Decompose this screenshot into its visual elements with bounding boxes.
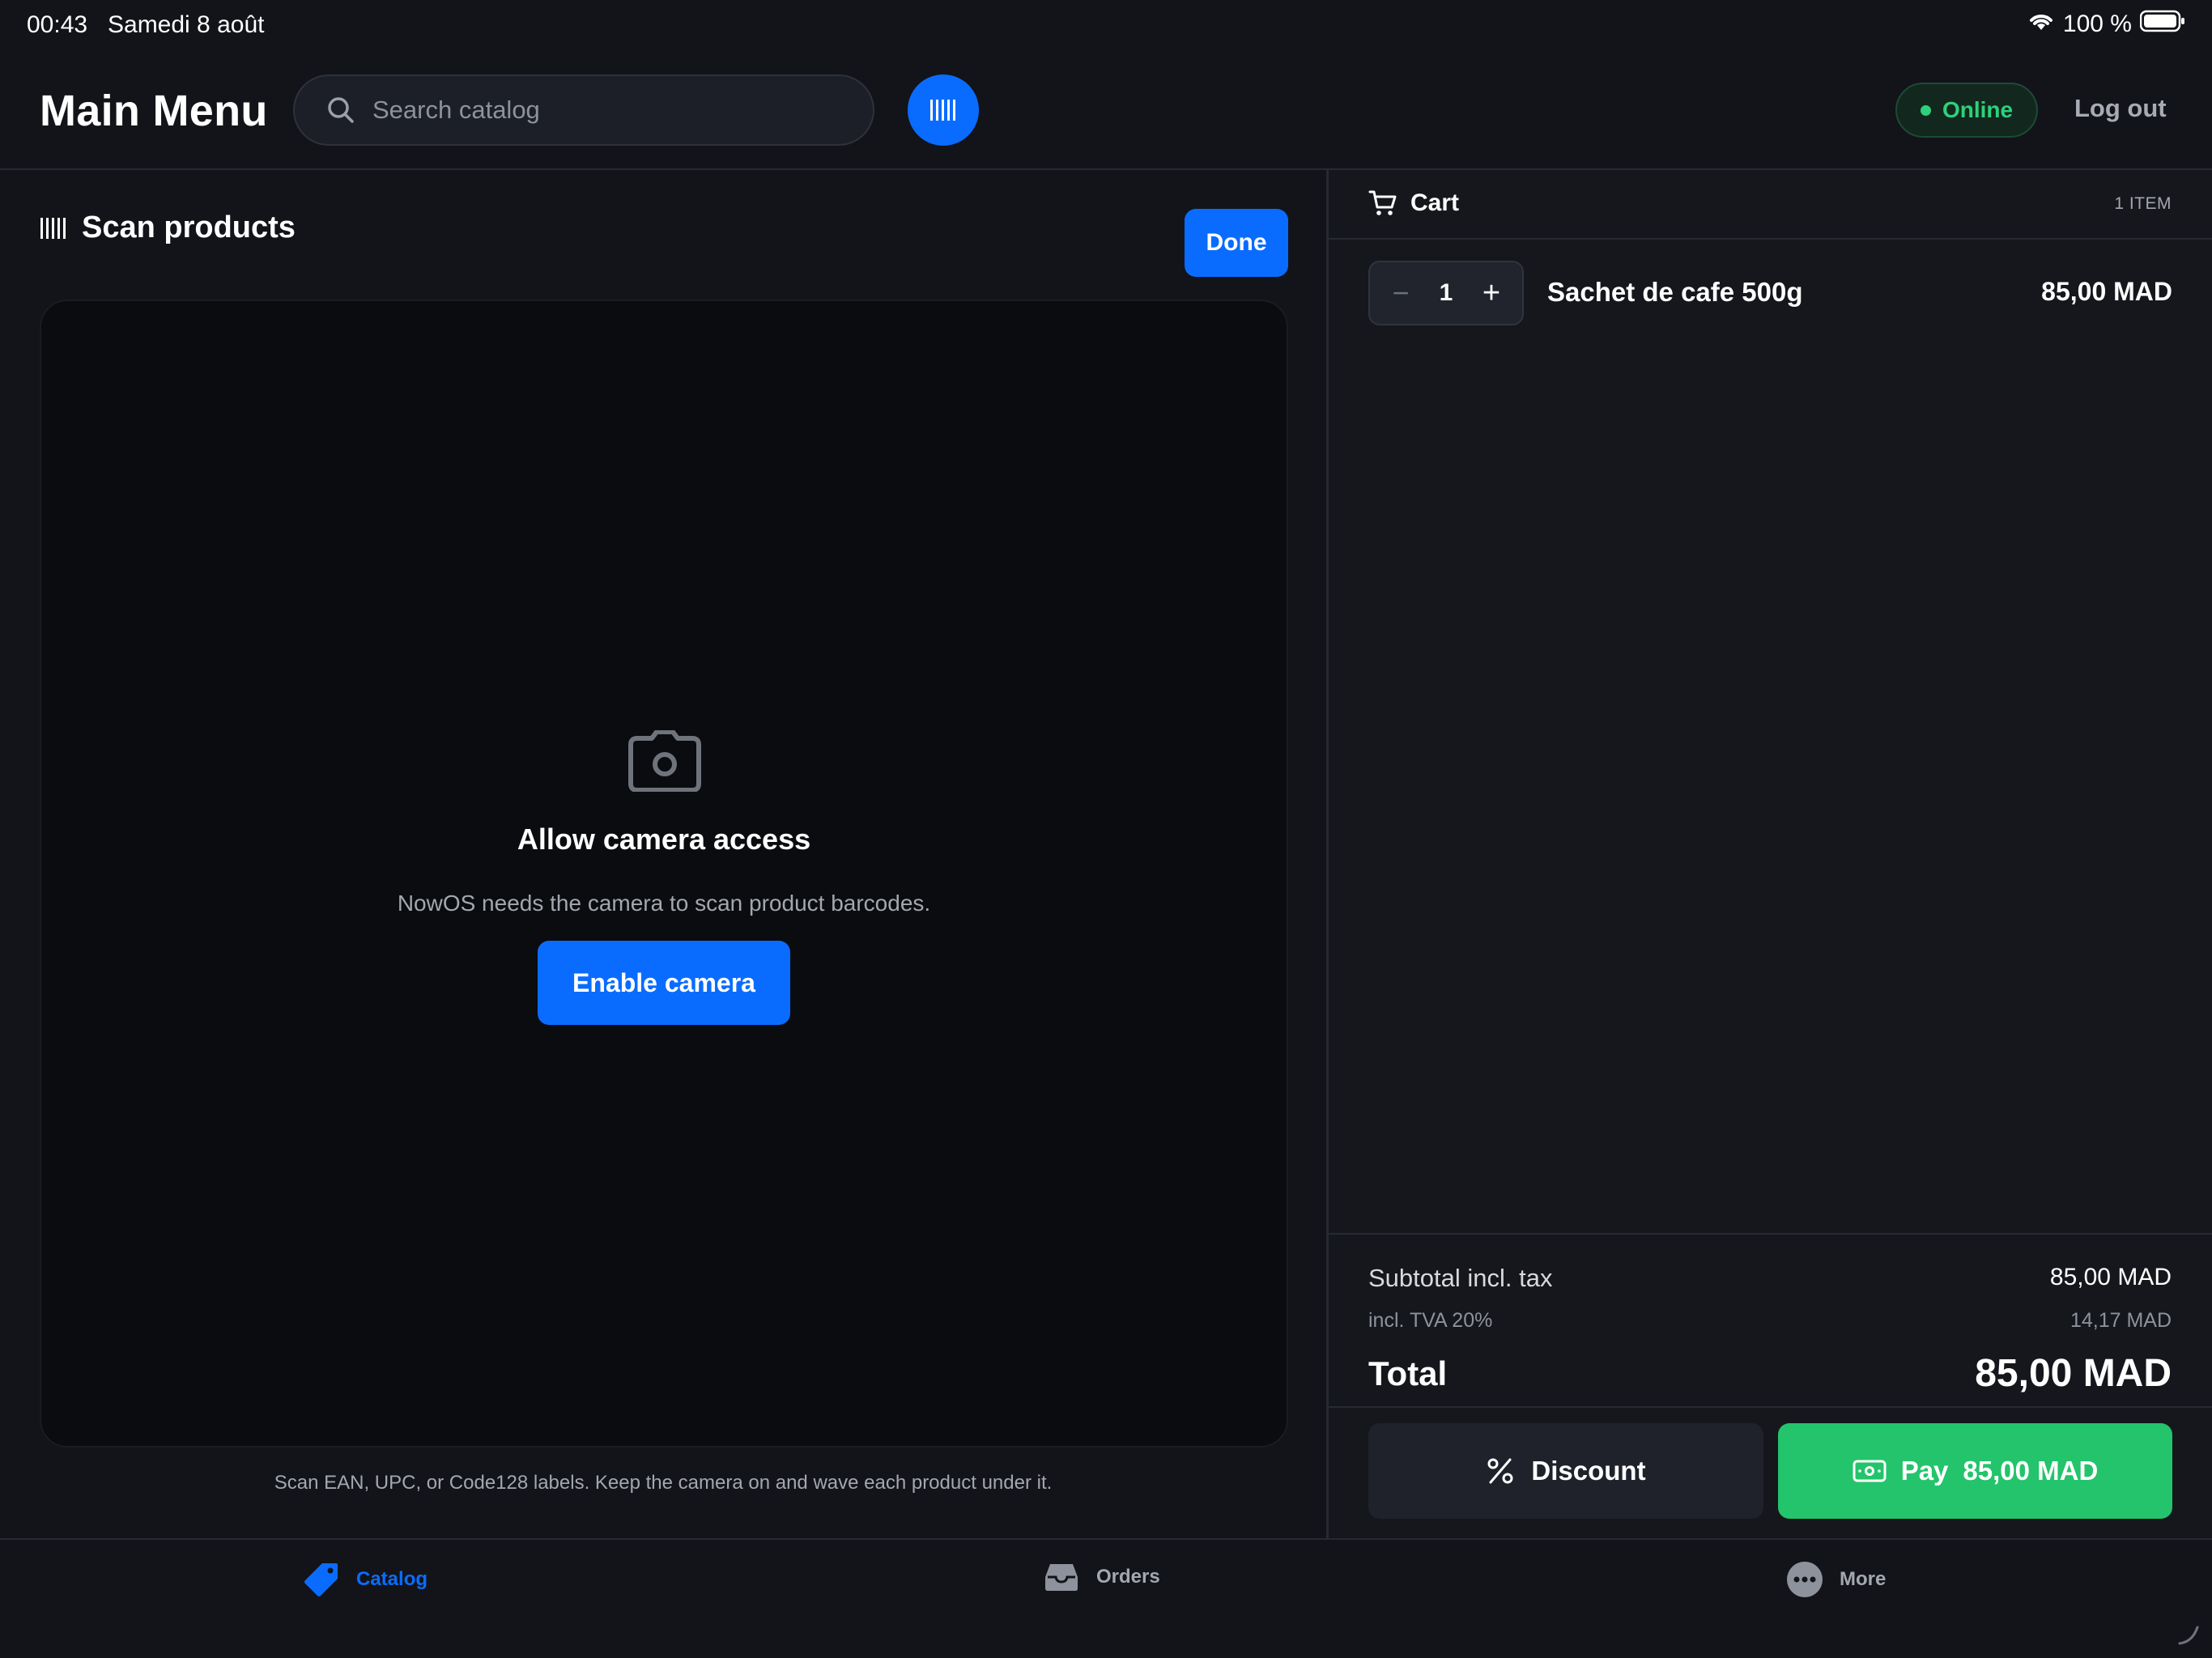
subtotal-label: Subtotal incl. tax (1368, 1264, 1553, 1292)
tab-catalog-label: Catalog (356, 1568, 428, 1590)
scan-barcode-button[interactable] (908, 74, 979, 146)
logout-button[interactable]: Log out (2074, 94, 2167, 123)
pay-label: Pay (1900, 1456, 1949, 1486)
online-status-label: Online (1942, 97, 2014, 122)
scanner-title: Scan products (82, 210, 296, 244)
discount-button[interactable]: Discount (1368, 1423, 1763, 1519)
tax-label: incl. TVA 20% (1368, 1309, 1493, 1332)
tag-icon (304, 1563, 338, 1596)
decrease-quantity-button[interactable]: − (1386, 278, 1415, 308)
quantity-value: 1 (1439, 279, 1453, 306)
totals-divider (1329, 1406, 2212, 1408)
cart-item-price: 85,00 MAD (2041, 277, 2172, 306)
scanner-title-row: Scan products (40, 210, 296, 245)
scan-hint: Scan EAN, UPC, or Code128 labels. Keep t… (274, 1472, 1053, 1494)
page-title: Main Menu (40, 87, 268, 135)
search-icon (328, 97, 354, 123)
cart-header: Cart 1 ITEM (1329, 170, 2212, 240)
cart-title: Cart (1410, 189, 1460, 216)
barcode-icon (930, 100, 955, 121)
header: Main Menu Online Log out (0, 52, 2212, 170)
status-indicators: 100 % (2027, 10, 2185, 39)
cart-title-row: Cart (1368, 189, 1459, 217)
camera-heading: Allow camera access (517, 823, 811, 856)
tab-orders[interactable]: Orders (1043, 1561, 1160, 1593)
barcode-icon (40, 217, 66, 239)
wifi-icon (2027, 11, 2055, 38)
camera-description: NowOS needs the camera to scan product b… (397, 891, 931, 916)
cart-item-name: Sachet de cafe 500g (1547, 277, 1803, 307)
total-label: Total (1368, 1354, 1448, 1392)
battery-level: 100 % (2062, 11, 2132, 37)
tab-catalog[interactable]: Catalog (303, 1561, 428, 1598)
cart-panel: Cart 1 ITEM − 1 + Sachet de cafe 500g 85… (1329, 170, 2212, 1538)
online-dot (1920, 104, 1931, 116)
subtotal-value: 85,00 MAD (2049, 1264, 2172, 1290)
cart-line-item: − 1 + Sachet de cafe 500g 85,00 MAD (1368, 261, 2172, 325)
battery-icon (2139, 10, 2185, 39)
percent-icon (1487, 1458, 1513, 1484)
done-button[interactable]: Done (1185, 209, 1288, 277)
status-time: 00:43 (27, 11, 88, 38)
resize-handle-icon (2178, 1626, 2199, 1645)
tab-more[interactable]: More (1786, 1561, 1886, 1598)
total-value: 85,00 MAD (1975, 1352, 2172, 1395)
cash-icon (1853, 1460, 1887, 1482)
online-status-badge: Online (1895, 83, 2038, 138)
cart-icon (1368, 190, 1397, 215)
enable-camera-button[interactable]: Enable camera (538, 941, 790, 1025)
search-box[interactable] (293, 74, 874, 146)
tab-orders-label: Orders (1096, 1566, 1160, 1588)
quantity-stepper[interactable]: − 1 + (1368, 261, 1524, 325)
cart-item-count: 1 ITEM (2114, 194, 2172, 213)
camera-preview: Allow camera access NowOS needs the came… (40, 300, 1288, 1448)
status-bar: 00:43 Samedi 8 août 100 % (0, 0, 2212, 52)
increase-quantity-button[interactable]: + (1477, 278, 1506, 308)
tab-more-label: More (1840, 1568, 1887, 1590)
pay-button[interactable]: Pay 85,00 MAD (1778, 1423, 2172, 1519)
status-date: Samedi 8 août (108, 11, 265, 38)
camera-icon (628, 730, 701, 792)
more-icon (1787, 1562, 1823, 1597)
search-input[interactable] (372, 96, 826, 125)
scanner-panel: Scan products Done Allow camera access N… (0, 170, 1326, 1538)
tab-bar: Catalog Orders More (0, 1538, 2212, 1658)
tray-icon (1045, 1564, 1078, 1591)
tax-value: 14,17 MAD (2069, 1309, 2172, 1332)
pay-amount: 85,00 MAD (1963, 1456, 2099, 1486)
discount-label: Discount (1531, 1456, 1646, 1486)
